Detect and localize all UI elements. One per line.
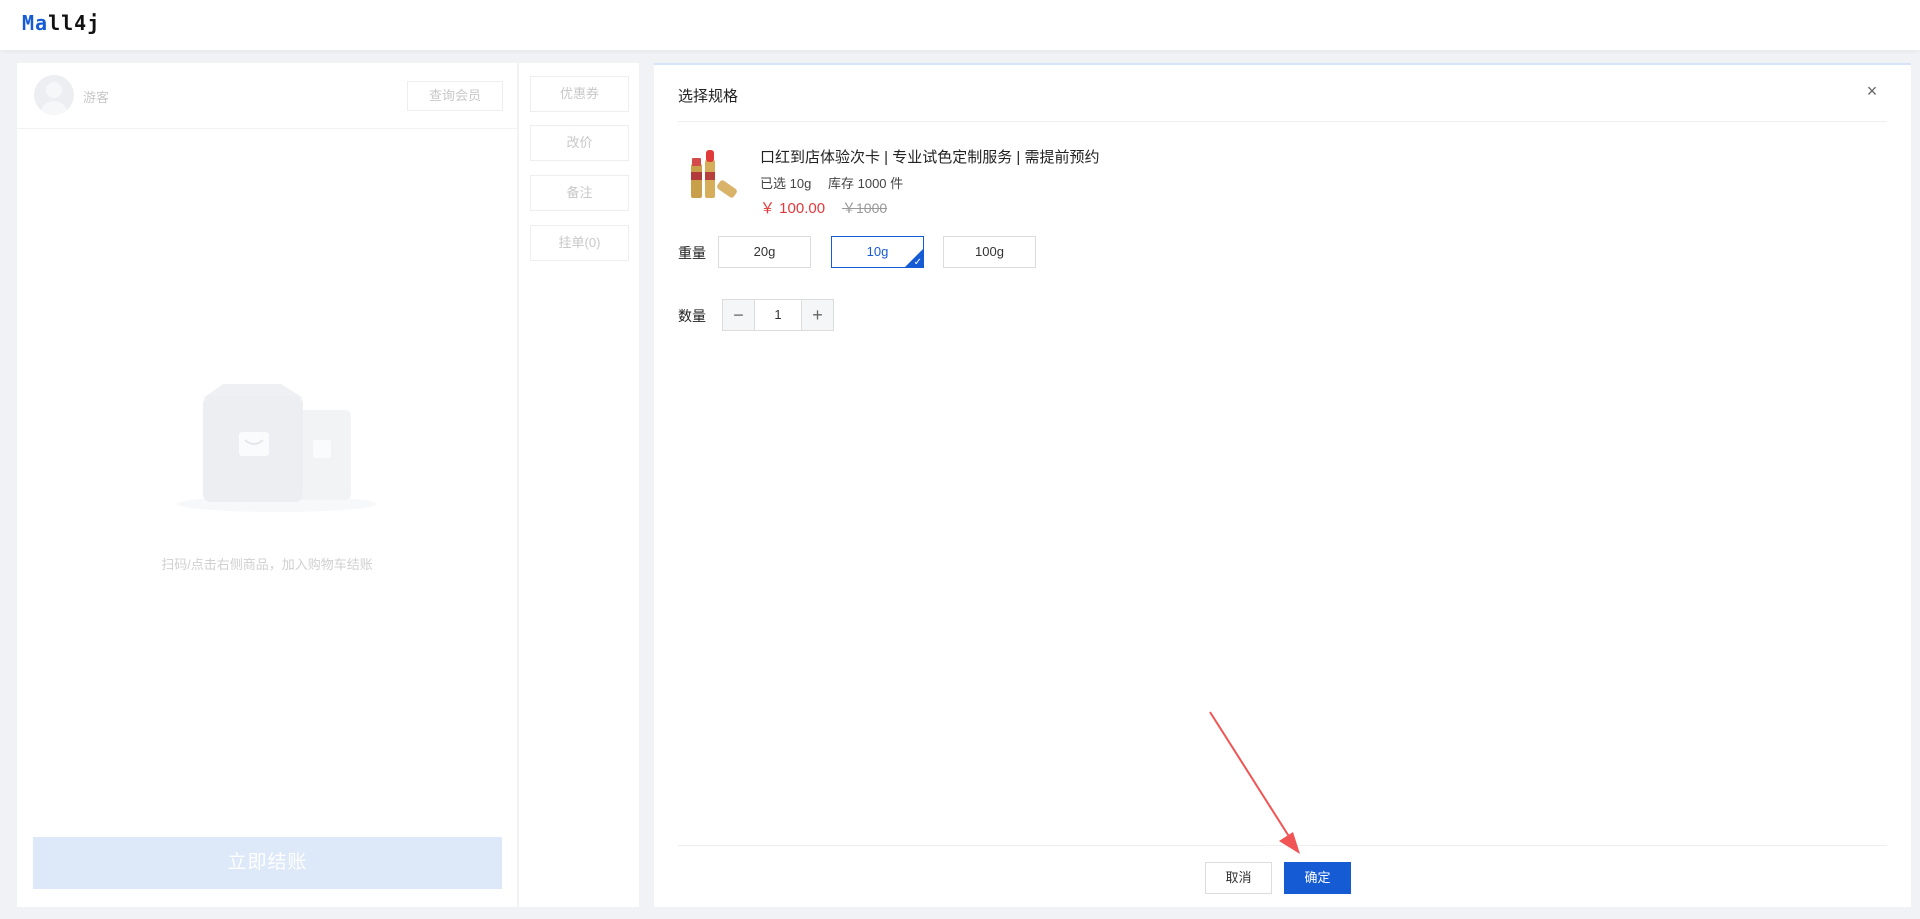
minus-icon[interactable]: − [723, 300, 755, 330]
product-image [691, 150, 737, 198]
product-selected-spec: 已选 10g [760, 176, 812, 191]
empty-cart-illustration [177, 384, 377, 512]
spec-dialog: 选择规格 × 口红到店体验次卡 | 专业试色定制服务 | 需提前预约 已选 10… [654, 63, 1911, 907]
cart-panel: 游客 查询会员 扫码/点击右侧商品，加入购物车结账 立即结账 [17, 63, 517, 907]
product-name: 口红到店体验次卡 | 专业试色定制服务 | 需提前预约 [760, 149, 1100, 166]
quantity-label: 数量 [678, 308, 706, 324]
spec-label: 重量 [678, 245, 706, 261]
cancel-button[interactable]: 取消 [1205, 862, 1272, 894]
confirm-button[interactable]: 确定 [1284, 862, 1351, 894]
close-icon[interactable]: × [1862, 81, 1882, 101]
logo-prefix: Ma [22, 11, 49, 35]
checkout-button[interactable]: 立即结账 [33, 837, 502, 889]
spec-option-label: 20g [753, 244, 776, 259]
checkmark-icon: ✓ [913, 257, 922, 268]
quantity-input[interactable]: 1 [755, 300, 801, 330]
change-price-button[interactable]: 改价 [530, 125, 629, 161]
plus-icon[interactable]: + [801, 300, 833, 330]
spec-option-100g[interactable]: 100g [943, 236, 1036, 268]
product-price: ￥ 100.00 [760, 200, 826, 217]
spec-option-label: 10g [866, 244, 889, 259]
quantity-stepper: − 1 + [722, 299, 834, 331]
product-stock: 库存 1000 件 [828, 176, 904, 191]
logo-suffix: ll4j [48, 11, 101, 35]
hold-order-button[interactable]: 挂单(0) [530, 225, 629, 261]
spec-option-10g[interactable]: 10g ✓ [831, 236, 924, 268]
product-original-price: ￥1000 [842, 200, 888, 216]
empty-cart-text: 扫码/点击右侧商品，加入购物车结账 [161, 557, 373, 572]
spec-option-20g[interactable]: 20g [718, 236, 811, 268]
member-name: 游客 [83, 90, 110, 105]
logo[interactable]: Mall4j [22, 11, 100, 35]
top-bar: Mall4j [0, 0, 1920, 50]
avatar [34, 75, 74, 115]
dialog-title: 选择规格 [678, 88, 739, 105]
action-column: 优惠券 改价 备注 挂单(0) [518, 63, 639, 907]
query-member-button[interactable]: 查询会员 [407, 81, 503, 111]
coupon-button[interactable]: 优惠券 [530, 76, 629, 112]
member-row: 游客 查询会员 [17, 63, 517, 129]
footer-divider [678, 845, 1887, 846]
dialog-divider [678, 121, 1887, 122]
spec-option-label: 100g [975, 244, 1004, 259]
remark-button[interactable]: 备注 [530, 175, 629, 211]
